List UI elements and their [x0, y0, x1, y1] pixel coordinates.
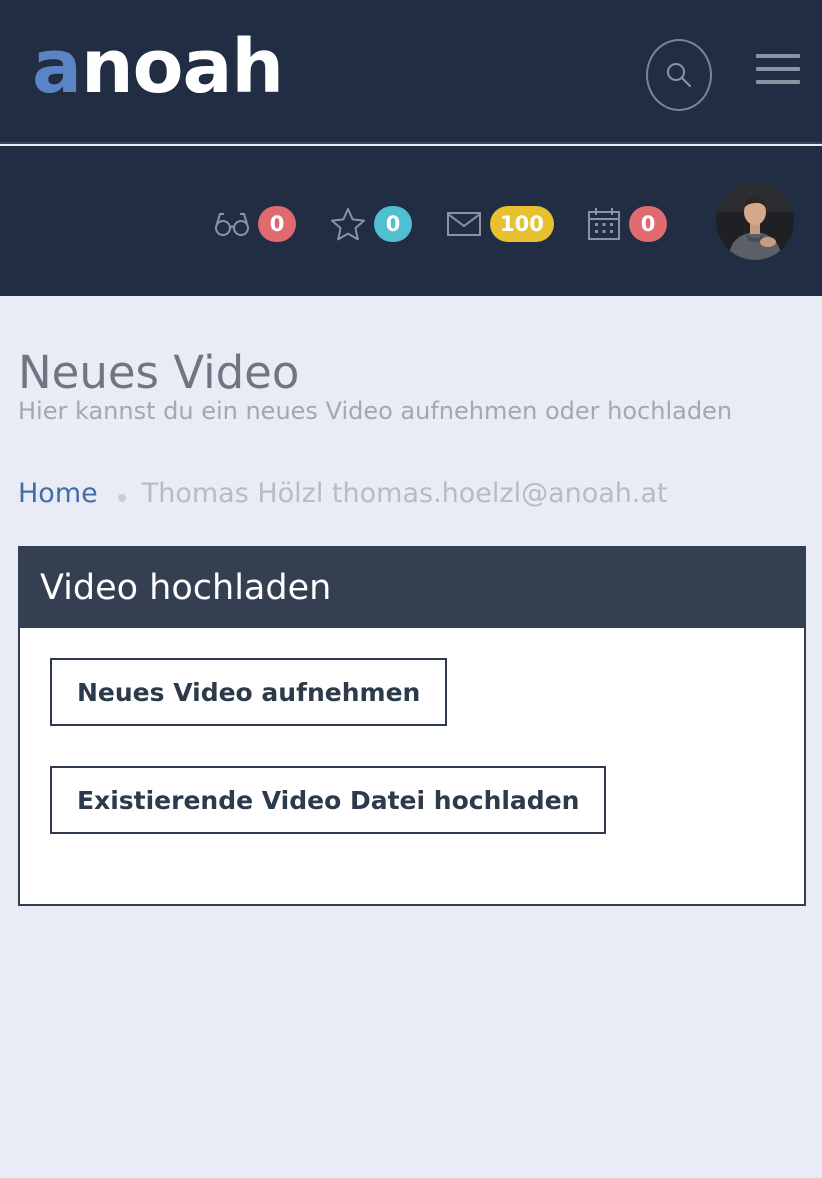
page-title: Neues Video — [18, 346, 300, 399]
search-icon — [667, 63, 691, 87]
video-upload-panel: Video hochladen Neues Video aufnehmen Ex… — [18, 546, 806, 906]
watchlist-badge: 0 — [258, 206, 296, 242]
glasses-icon — [215, 213, 249, 236]
mail-icon — [447, 212, 481, 236]
calendar-counter[interactable]: 0 — [587, 204, 667, 244]
menu-bar-icon — [756, 54, 800, 58]
logo-text: noah — [80, 24, 284, 110]
breadcrumb-separator-icon — [117, 493, 126, 502]
watchlist-counter[interactable]: 0 — [214, 204, 296, 244]
messages-counter[interactable]: 100 — [446, 204, 554, 244]
panel-title: Video hochladen — [20, 548, 804, 628]
menu-bar-icon — [756, 80, 800, 84]
messages-badge: 100 — [490, 206, 554, 242]
record-video-button[interactable]: Neues Video aufnehmen — [50, 658, 448, 726]
star-icon — [331, 208, 365, 241]
hamburger-menu-button[interactable] — [756, 54, 800, 90]
menu-bar-icon — [756, 67, 800, 71]
search-button[interactable] — [646, 39, 712, 111]
calendar-badge: 0 — [629, 206, 667, 242]
breadcrumb-home-link[interactable]: Home — [18, 478, 98, 509]
breadcrumb: Home Thomas Hölzl thomas.hoelzl@anoah.at — [18, 478, 668, 509]
favorites-counter[interactable]: 0 — [330, 204, 412, 244]
breadcrumb-current: Thomas Hölzl thomas.hoelzl@anoah.at — [141, 478, 668, 509]
user-avatar[interactable] — [716, 182, 794, 260]
favorites-badge: 0 — [374, 206, 412, 242]
upload-video-file-button[interactable]: Existierende Video Datei hochladen — [50, 766, 607, 834]
top-navbar: anoah — [0, 0, 822, 144]
user-photo-icon — [716, 182, 794, 260]
page-subtitle: Hier kannst du ein neues Video aufnehmen… — [18, 397, 733, 425]
notification-bar: 0 0 100 0 — [0, 146, 822, 296]
logo-accent-letter: a — [32, 24, 82, 110]
anoah-logo[interactable]: anoah — [32, 30, 284, 104]
calendar-icon — [588, 208, 620, 240]
